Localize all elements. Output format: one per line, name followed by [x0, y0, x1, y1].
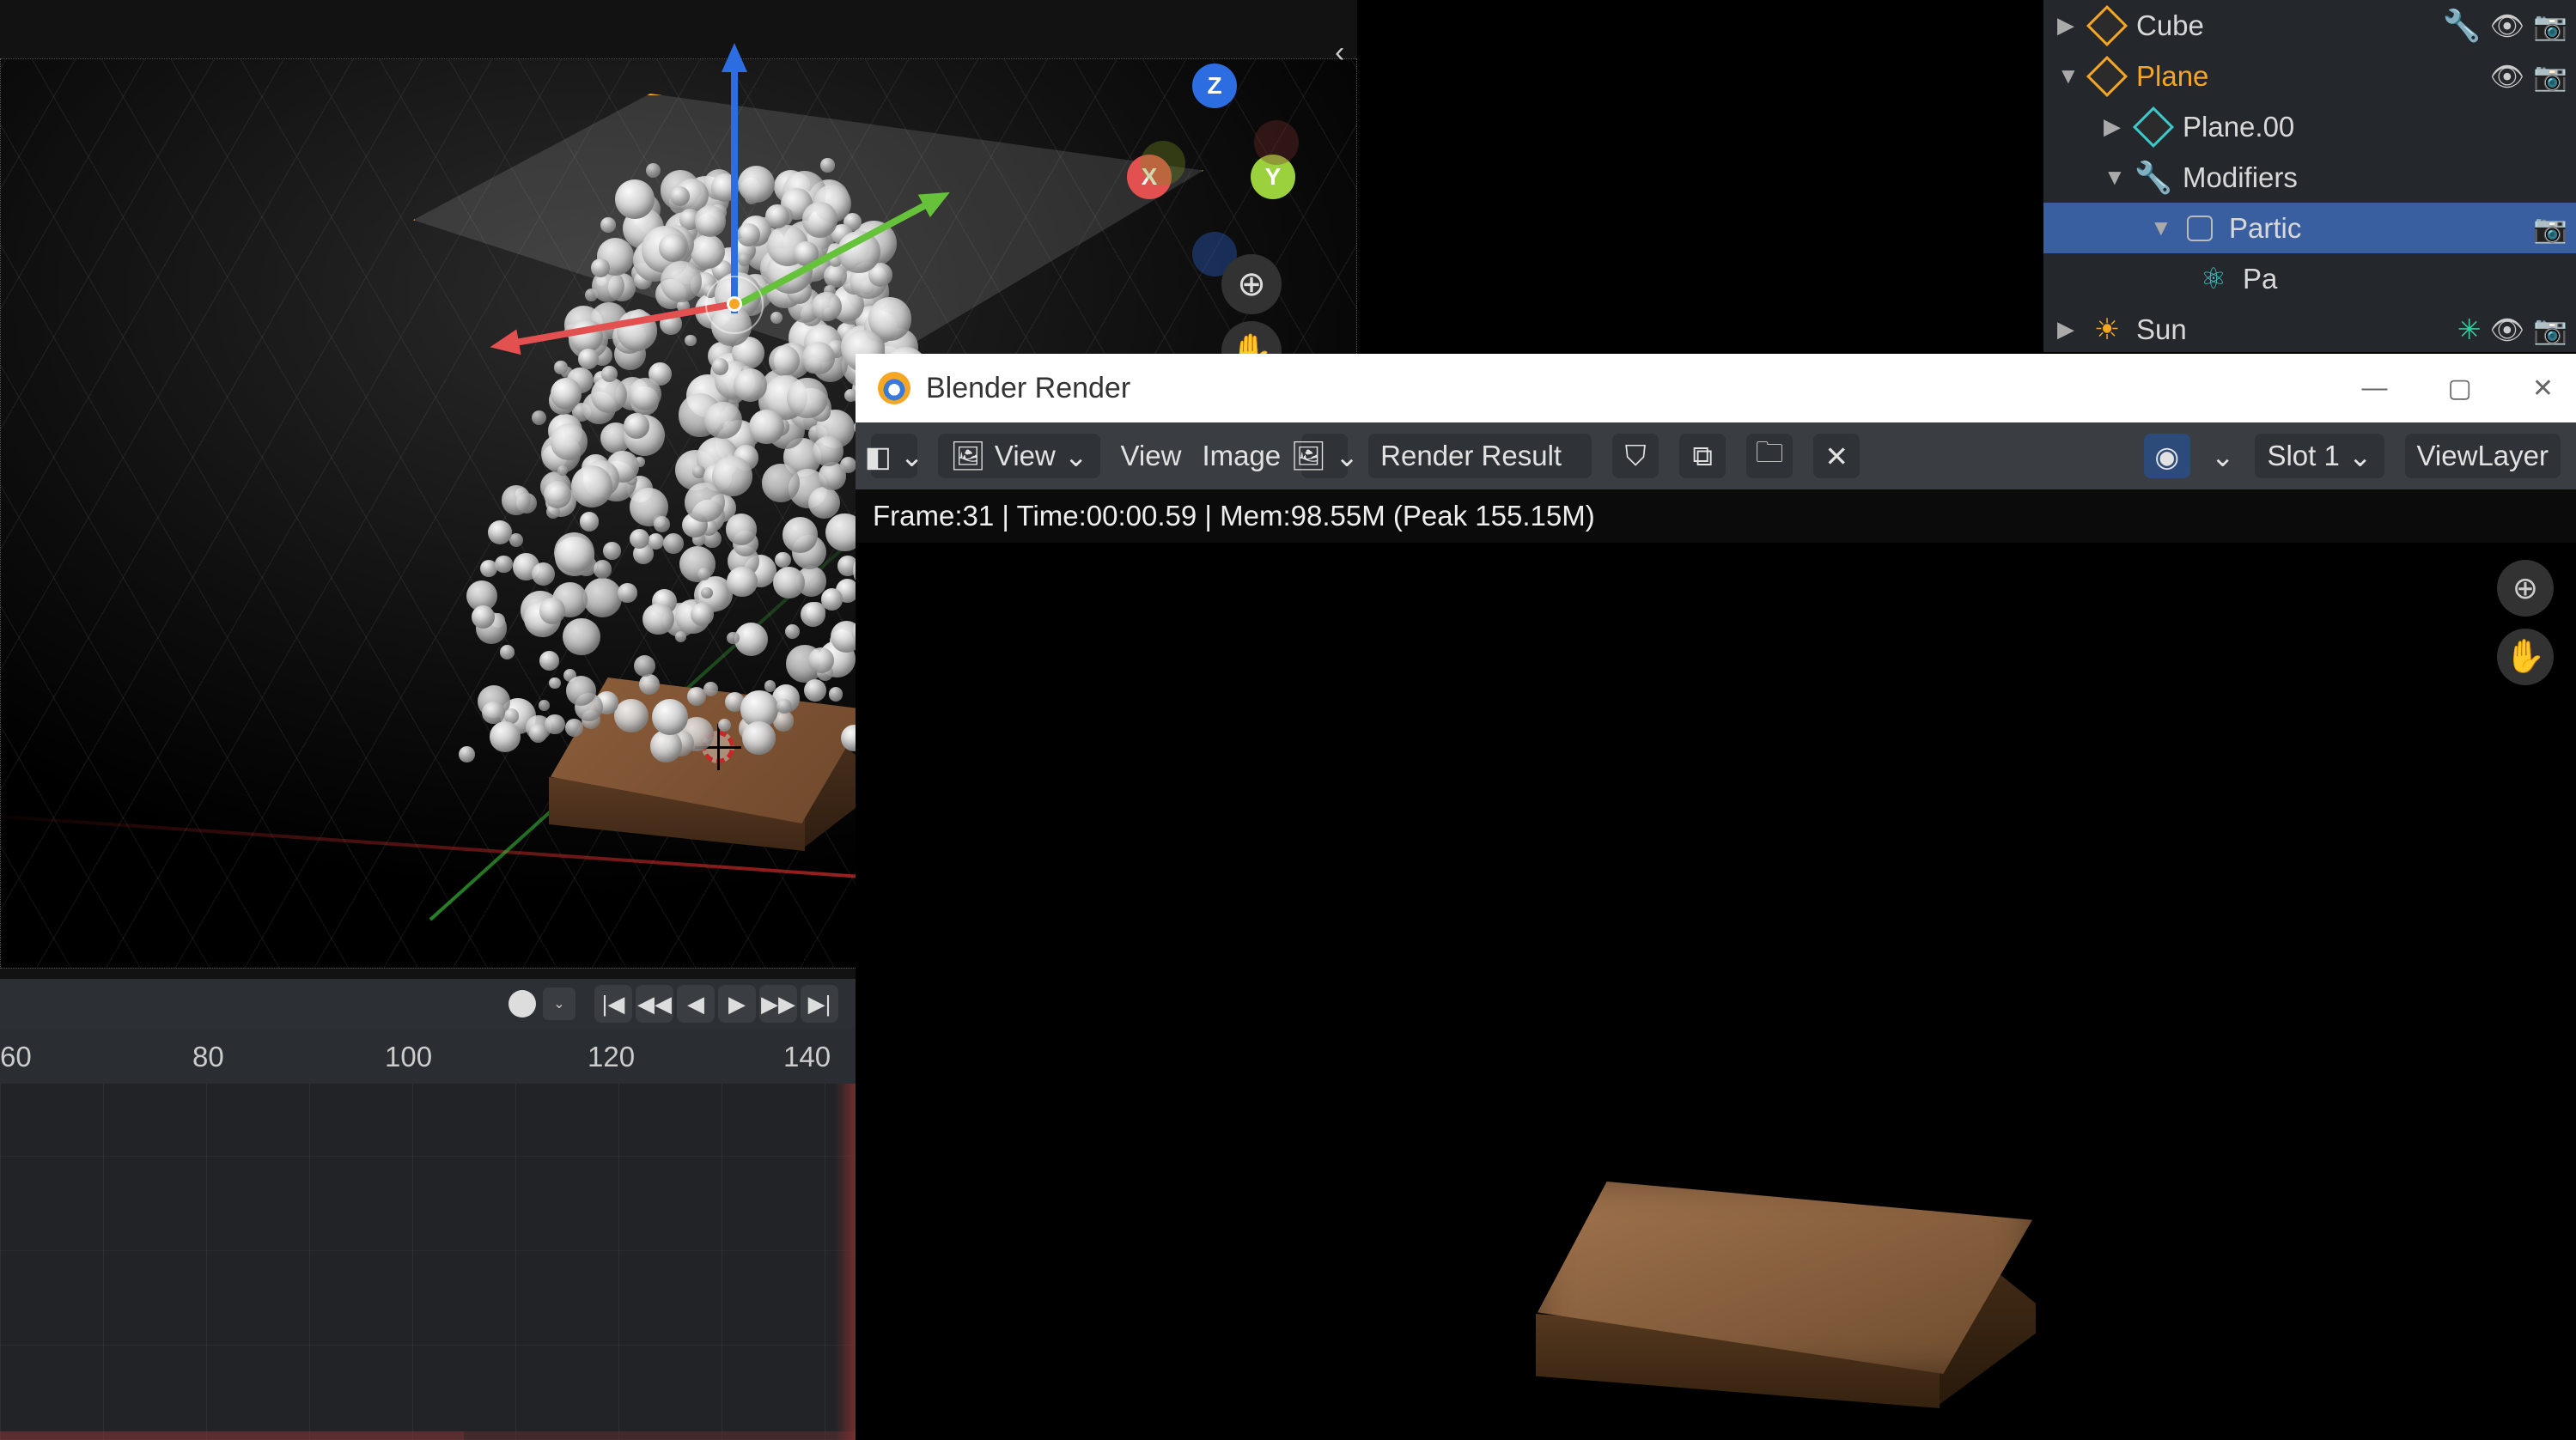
outliner-row-modifiers[interactable]: ▼ 🔧 Modifiers [2043, 152, 2576, 203]
particle-settings-icon: ⚛ [2196, 262, 2231, 296]
minimize-button[interactable]: — [2362, 374, 2388, 404]
render-canvas[interactable]: ⊕ ✋ [856, 543, 2576, 1440]
outliner-row-sun[interactable]: ▶ ☀ Sun ✳ 👁 📷 [2043, 304, 2576, 355]
open-icon[interactable]: 🗀 [1746, 434, 1793, 478]
jump-end-button[interactable]: ▶| [801, 985, 838, 1023]
engine-dropdown-icon[interactable]: ⌄ [2211, 440, 2235, 473]
outliner-label: Plane [2136, 60, 2478, 93]
play-reverse-button[interactable]: ◀ [677, 985, 715, 1023]
jump-start-button[interactable]: |◀ [594, 985, 632, 1023]
slot-dropdown[interactable]: Slot 1 ⌄ [2255, 434, 2384, 478]
nav-gizmo[interactable]: Z Y X [1117, 69, 1306, 258]
blender-logo-icon [878, 372, 910, 404]
prev-key-button[interactable]: ◀◀ [636, 985, 673, 1023]
outliner-label: Modifiers [2183, 161, 2576, 194]
visibility-icon[interactable]: 👁 [2490, 313, 2525, 346]
image-selector-icon[interactable]: 🖼⌄ [1301, 434, 1348, 478]
render-vis-icon[interactable]: 📷 [2533, 9, 2567, 42]
timeline-tracks[interactable] [0, 1084, 859, 1440]
next-key-button[interactable]: ▶▶ [759, 985, 797, 1023]
render-window[interactable]: Blender Render — ▢ ✕ ◧⌄ 🖼 View ⌄ View Im… [856, 354, 2576, 1440]
outliner-row-cube[interactable]: ▶ Cube 🔧 👁 📷 [2043, 0, 2576, 51]
mesh-icon [2086, 4, 2128, 46]
fake-user-icon[interactable]: ⛉ [1612, 434, 1659, 478]
autokey-record-icon[interactable] [509, 990, 536, 1018]
wrench-icon[interactable]: 🔧 [2443, 8, 2482, 44]
cache-bar [0, 1431, 859, 1440]
nav-neg-y[interactable] [1141, 141, 1185, 185]
selected-plane[interactable] [413, 94, 1203, 368]
close-button[interactable]: ✕ [2532, 374, 2554, 404]
collapse-right-icon[interactable]: ‹ [1335, 36, 1361, 72]
render-vis-icon[interactable]: 📷 [2533, 212, 2567, 245]
timeline-panel[interactable]: ⌄ |◀ ◀◀ ◀ ▶ ▶▶ ▶| 60 80 100 120 140 [0, 979, 859, 1440]
zoom-icon[interactable]: ⊕ [1221, 254, 1282, 314]
zoom-icon[interactable]: ⊕ [2497, 560, 2554, 617]
outliner-label: Plane.00 [2183, 111, 2576, 143]
unlink-icon[interactable]: ✕ [1813, 434, 1860, 478]
visibility-icon[interactable]: 👁 [2490, 9, 2525, 42]
editor-type-dropdown[interactable]: ◧⌄ [871, 434, 917, 478]
wrench-icon: 🔧 [2136, 161, 2171, 195]
image-name-field[interactable]: Render Result [1368, 434, 1592, 478]
timeline-header: ⌄ |◀ ◀◀ ◀ ▶ ▶▶ ▶| [0, 979, 859, 1029]
timeline-ruler[interactable]: 60 80 100 120 140 [0, 1029, 859, 1084]
render-vis-icon[interactable]: 📷 [2533, 313, 2567, 346]
duplicate-icon[interactable]: ⧉ [1679, 434, 1726, 478]
sun-icon: ☀ [2090, 313, 2124, 347]
keying-dropdown[interactable]: ⌄ [543, 987, 575, 1020]
gizmo-z-arrow[interactable] [731, 56, 738, 313]
outliner-row-plane[interactable]: ▼ Plane 👁 📷 [2043, 51, 2576, 101]
pan-icon[interactable]: ✋ [2497, 629, 2554, 685]
ruler-tick: 120 [588, 1041, 635, 1073]
ruler-tick: 100 [385, 1041, 432, 1073]
expand-icon[interactable]: ▶ [2104, 113, 2124, 140]
visibility-icon[interactable]: 👁 [2490, 60, 2525, 93]
image-editor-toolbar: ◧⌄ 🖼 View ⌄ View Image 🖼⌄ Render Result … [856, 422, 2576, 489]
expand-icon[interactable]: ▼ [2150, 215, 2171, 241]
outliner-row-particles[interactable]: ▼ Partic 📷 [2043, 203, 2576, 253]
light-icon[interactable]: ✳ [2457, 313, 2482, 346]
nav-neg-x[interactable] [1254, 120, 1299, 165]
nav-z[interactable]: Z [1192, 64, 1237, 108]
outliner-label: Partic [2229, 212, 2521, 245]
expand-icon[interactable]: ▶ [2057, 316, 2078, 343]
render-status: Frame:31 | Time:00:00.59 | Mem:98.55M (P… [856, 489, 2576, 543]
play-button[interactable]: ▶ [718, 985, 756, 1023]
expand-icon[interactable]: ▼ [2057, 63, 2078, 89]
cursor-3d[interactable] [695, 724, 741, 770]
outliner-label: Sun [2136, 313, 2445, 346]
viewlayer-dropdown[interactable]: ViewLayer [2405, 434, 2561, 478]
particle-icon [2187, 216, 2213, 241]
menu-image[interactable]: Image [1202, 440, 1281, 472]
ruler-tick: 80 [192, 1041, 224, 1073]
outliner-label: Cube [2136, 9, 2431, 42]
gizmo-origin-dot[interactable] [727, 296, 742, 312]
outliner-panel[interactable]: ▶ Cube 🔧 👁 📷 ▼ Plane 👁 📷 ▶ Plane.00 ▼ 🔧 … [2043, 0, 2576, 352]
expand-icon[interactable]: ▶ [2057, 12, 2078, 39]
ruler-tick: 140 [783, 1041, 831, 1073]
render-engine-icon[interactable]: ◉ [2144, 434, 2190, 478]
outliner-row-plane00[interactable]: ▶ Plane.00 [2043, 101, 2576, 152]
playback-controls: |◀ ◀◀ ◀ ▶ ▶▶ ▶| [594, 985, 838, 1023]
display-mode-dropdown[interactable]: 🖼 View ⌄ [938, 434, 1100, 478]
maximize-button[interactable]: ▢ [2448, 374, 2472, 404]
outliner-label: Pa [2243, 263, 2576, 295]
window-title: Blender Render [926, 372, 1130, 405]
window-titlebar[interactable]: Blender Render — ▢ ✕ [856, 354, 2576, 422]
mesh-icon [2086, 55, 2128, 96]
expand-icon[interactable]: ▼ [2104, 164, 2124, 191]
menu-view[interactable]: View [1121, 440, 1182, 472]
ruler-tick: 60 [0, 1041, 32, 1073]
render-vis-icon[interactable]: 📷 [2533, 60, 2567, 93]
outliner-row-particle-settings[interactable]: ⚛ Pa [2043, 253, 2576, 304]
meshdata-icon [2133, 106, 2174, 147]
